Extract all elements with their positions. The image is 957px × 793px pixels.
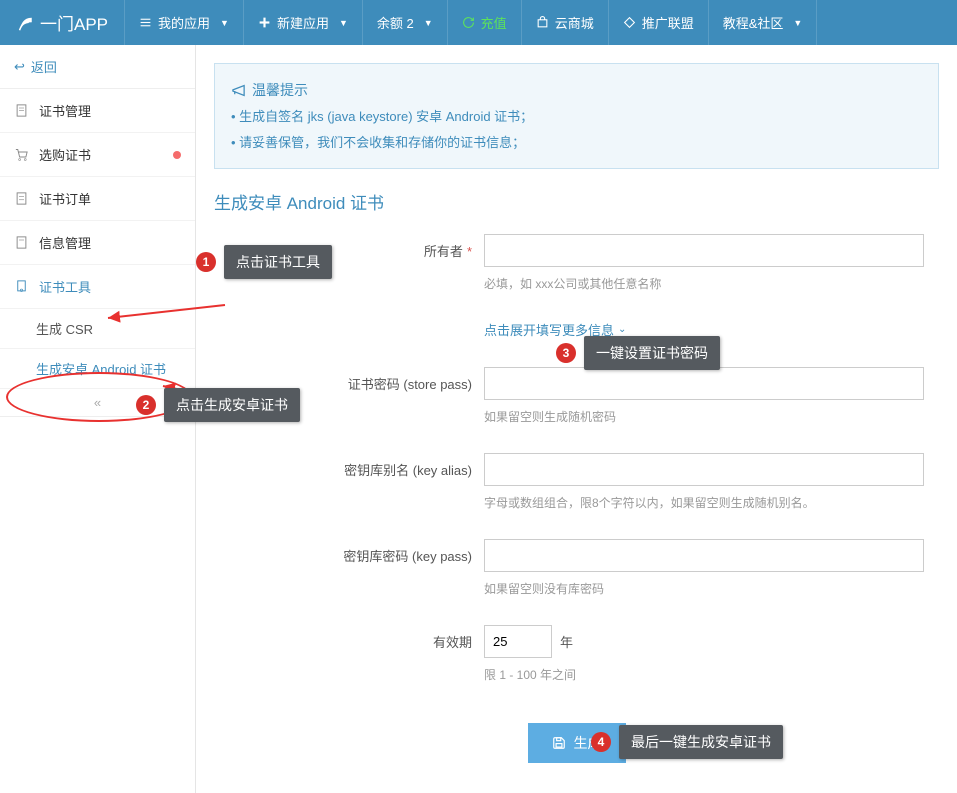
owner-label: 所有者	[424, 244, 463, 259]
info-icon	[14, 235, 29, 250]
nav-cloud-mall[interactable]: 云商城	[522, 0, 609, 45]
annotation-tip-2: 点击生成安卓证书	[164, 388, 300, 422]
nav-cloud-mall-label: 云商城	[555, 13, 594, 32]
doc-icon	[14, 103, 29, 118]
sidebar-back-label: 返回	[31, 57, 57, 76]
brand[interactable]: 一门APP	[0, 0, 125, 45]
caret-down-icon: ▼	[339, 18, 348, 28]
required-star: *	[467, 244, 472, 259]
chevron-left-icon: «	[94, 395, 101, 410]
nav-promo[interactable]: 推广联盟	[609, 0, 709, 45]
alert-box: 温馨提示 • 生成自签名 jks (java keystore) 安卓 Andr…	[214, 63, 939, 169]
annotation-badge-2: 2	[136, 395, 156, 415]
sidebar-back[interactable]: ↩ 返回	[0, 45, 195, 89]
sidebar-gen-csr-label: 生成 CSR	[36, 322, 93, 337]
sidebar-info-manage[interactable]: 信息管理	[0, 221, 195, 265]
sidebar-cert-manage[interactable]: 证书管理	[0, 89, 195, 133]
key-alias-input[interactable]	[484, 453, 924, 486]
bag-icon	[536, 16, 549, 29]
sidebar-gen-android-label: 生成安卓 Android 证书	[36, 362, 166, 377]
main-content: 温馨提示 • 生成自签名 jks (java keystore) 安卓 Andr…	[196, 45, 957, 793]
sidebar-cert-orders-label: 证书订单	[39, 189, 91, 208]
chevron-down-icon: ⌄	[618, 324, 626, 335]
row-valid: 有效期 年 限 1 - 100 年之间	[214, 625, 939, 683]
sidebar-cert-manage-label: 证书管理	[39, 101, 91, 120]
sidebar-gen-android[interactable]: 生成安卓 Android 证书	[0, 349, 195, 389]
notification-dot-icon	[173, 151, 181, 159]
valid-input[interactable]	[484, 625, 552, 658]
nav-new-app-label: 新建应用	[277, 13, 329, 32]
valid-label: 有效期	[433, 635, 472, 650]
annotation-tip-3: 一键设置证书密码	[584, 336, 720, 370]
annotation-4: 4 最后一键生成安卓证书	[591, 725, 783, 759]
valid-unit: 年	[560, 632, 573, 651]
store-pass-input[interactable]	[484, 367, 924, 400]
annotation-tip-1: 点击证书工具	[224, 245, 332, 279]
nav-balance[interactable]: 余额 2 ▼	[363, 0, 448, 45]
nav-new-app[interactable]: 新建应用 ▼	[244, 0, 363, 45]
tool-icon	[14, 279, 29, 294]
submit-area: 生成	[214, 723, 939, 763]
annotation-2: 2 点击生成安卓证书	[136, 388, 300, 422]
nav-tutorial[interactable]: 教程&社区 ▼	[709, 0, 818, 45]
annotation-badge-3: 3	[556, 343, 576, 363]
annotation-tip-4: 最后一键生成安卓证书	[619, 725, 783, 759]
nav-my-apps[interactable]: 我的应用 ▼	[125, 0, 244, 45]
menu-icon	[139, 16, 152, 29]
save-icon	[552, 736, 566, 750]
row-key-alias: 密钥库别名 (key alias) 字母或数组组合，限8个字符以内，如果留空则生…	[214, 453, 939, 511]
nav-my-apps-label: 我的应用	[158, 13, 210, 32]
nav-tutorial-label: 教程&社区	[723, 13, 784, 32]
key-alias-help: 字母或数组组合，限8个字符以内，如果留空则生成随机别名。	[484, 494, 939, 511]
nav-recharge-label: 充值	[481, 13, 507, 32]
sidebar-info-manage-label: 信息管理	[39, 233, 91, 252]
caret-down-icon: ▼	[424, 18, 433, 28]
owner-help: 必填，如 xxx公司或其他任意名称	[484, 275, 939, 292]
annotation-badge-1: 1	[196, 252, 216, 272]
annotation-1: 1 点击证书工具	[196, 245, 332, 279]
annotation-3: 3 一键设置证书密码	[556, 336, 720, 370]
row-key-pass: 密钥库密码 (key pass) 如果留空则没有库密码	[214, 539, 939, 597]
key-pass-help: 如果留空则没有库密码	[484, 580, 939, 597]
sidebar-gen-csr[interactable]: 生成 CSR	[0, 309, 195, 349]
back-arrow-icon: ↩	[14, 59, 25, 75]
nav-balance-label: 余额 2	[377, 13, 414, 32]
key-pass-label: 密钥库密码 (key pass)	[343, 549, 472, 564]
top-nav: 一门APP 我的应用 ▼ 新建应用 ▼ 余额 2 ▼ 充值 云商城 推广联盟 教…	[0, 0, 957, 45]
nav-promo-label: 推广联盟	[642, 13, 694, 32]
caret-down-icon: ▼	[220, 18, 229, 28]
diamond-icon	[623, 16, 636, 29]
sidebar-cert-tools-label: 证书工具	[39, 277, 91, 296]
alert-line1: • 生成自签名 jks (java keystore) 安卓 Android 证…	[231, 104, 922, 130]
plus-icon	[258, 16, 271, 29]
alert-line2: • 请妥善保管，我们不会收集和存储你的证书信息；	[231, 130, 922, 156]
owner-input[interactable]	[484, 234, 924, 267]
megaphone-icon	[231, 83, 246, 98]
sidebar-cert-tools[interactable]: 证书工具	[0, 265, 195, 309]
section-title: 生成安卓 Android 证书	[214, 189, 939, 214]
store-pass-help: 如果留空则生成随机密码	[484, 408, 939, 425]
brand-text: 一门APP	[40, 10, 108, 35]
nav-recharge[interactable]: 充值	[448, 0, 522, 45]
row-store-pass: 证书密码 (store pass) 如果留空则生成随机密码	[214, 367, 939, 425]
sidebar-buy-cert-label: 选购证书	[39, 145, 91, 164]
refresh-icon	[462, 16, 475, 29]
store-pass-label: 证书密码 (store pass)	[348, 377, 472, 392]
alert-title: 温馨提示	[252, 76, 308, 104]
leaf-icon	[16, 14, 34, 32]
annotation-badge-4: 4	[591, 732, 611, 752]
key-pass-input[interactable]	[484, 539, 924, 572]
cart-icon	[14, 147, 29, 162]
sidebar-cert-orders[interactable]: 证书订单	[0, 177, 195, 221]
sidebar-buy-cert[interactable]: 选购证书	[0, 133, 195, 177]
valid-help: 限 1 - 100 年之间	[484, 666, 939, 683]
key-alias-label: 密钥库别名 (key alias)	[344, 463, 472, 478]
caret-down-icon: ▼	[793, 18, 802, 28]
order-icon	[14, 191, 29, 206]
